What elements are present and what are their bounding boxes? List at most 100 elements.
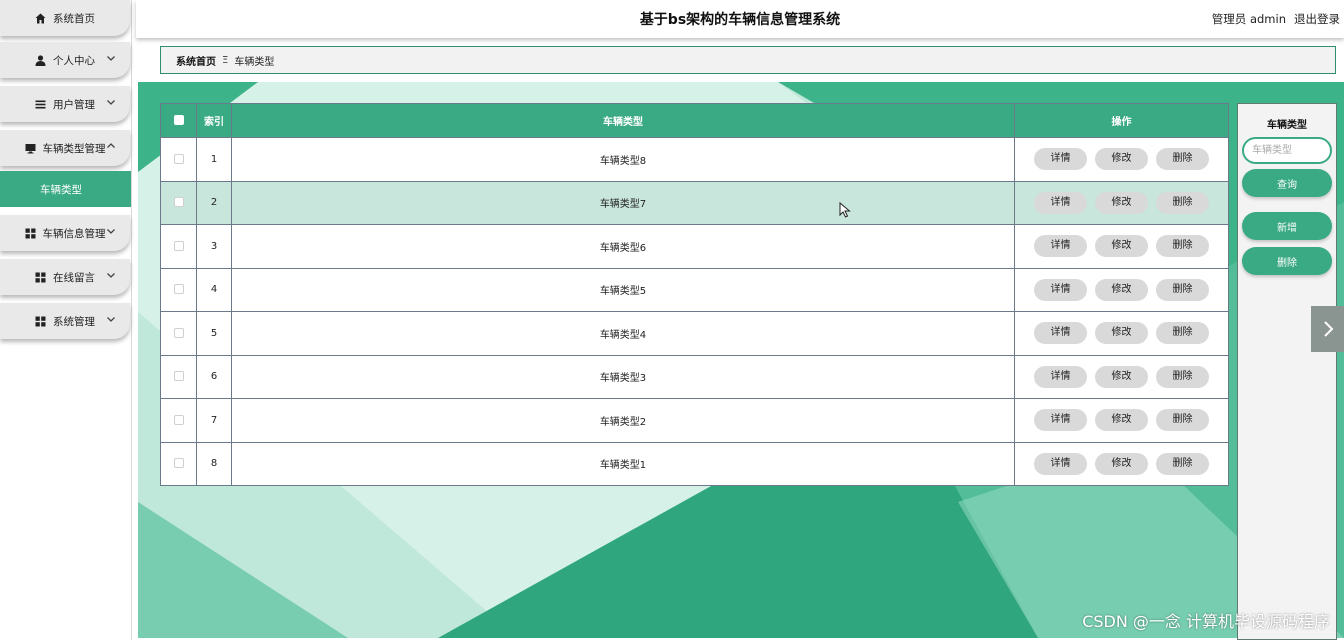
sidebar-item-label: 个人中心: [53, 54, 95, 67]
expand-arrow-button[interactable]: [1311, 306, 1344, 352]
delete-button[interactable]: 删除: [1156, 191, 1209, 214]
table-row[interactable]: 2 车辆类型7 详情 修改 删除: [160, 180, 1229, 225]
batch-delete-button[interactable]: 删除: [1242, 247, 1332, 275]
row-type: 车辆类型1: [231, 441, 1015, 486]
sidebar-item-vehicle-type-mgmt[interactable]: 车辆类型管理: [0, 130, 130, 166]
sidebar-subitem-vehicle-type[interactable]: 车辆类型: [0, 171, 131, 207]
column-header-index: 索引: [196, 103, 232, 138]
detail-button[interactable]: 详情: [1034, 322, 1087, 345]
sidebar-item-home[interactable]: 系统首页: [0, 0, 130, 36]
edit-button[interactable]: 修改: [1095, 235, 1148, 258]
select-all-cell: [160, 103, 197, 138]
row-index: 6: [196, 354, 232, 399]
delete-button[interactable]: 删除: [1156, 322, 1209, 345]
home-icon: [35, 13, 46, 24]
row-actions: 详情 修改 删除: [1014, 224, 1229, 268]
row-checkbox[interactable]: [173, 371, 184, 382]
logout-link[interactable]: 退出登录: [1294, 11, 1340, 27]
sidebar-item-label: 系统首页: [53, 12, 95, 25]
row-checkbox[interactable]: [173, 197, 184, 208]
breadcrumb-home[interactable]: 系统首页: [176, 53, 216, 68]
row-type: 车辆类型2: [231, 398, 1015, 442]
search-input[interactable]: [1242, 137, 1332, 164]
row-actions: 详情 修改 删除: [1014, 441, 1229, 486]
edit-button[interactable]: 修改: [1095, 278, 1148, 301]
grid-icon: [35, 316, 46, 327]
row-type: 车辆类型5: [231, 267, 1015, 312]
row-index: 7: [196, 398, 232, 442]
row-checkbox[interactable]: [173, 284, 184, 295]
mouse-cursor-icon: [839, 202, 851, 218]
delete-button[interactable]: 删除: [1156, 235, 1209, 258]
chevron-up-icon: [107, 143, 115, 148]
delete-button[interactable]: 删除: [1156, 148, 1209, 171]
watermark: CSDN @一念 计算机毕设源码程序: [1082, 612, 1330, 631]
row-actions: 详情 修改 删除: [1014, 137, 1229, 181]
row-actions: 详情 修改 删除: [1014, 311, 1229, 355]
list-icon: [35, 99, 46, 110]
sidebar-item-vehicle-info[interactable]: 车辆信息管理: [0, 215, 130, 251]
chevron-right-icon: [1323, 321, 1333, 337]
table-row[interactable]: 3 车辆类型6 详情 修改 删除: [160, 224, 1229, 268]
chevron-down-icon: [107, 100, 115, 105]
sidebar-item-personal[interactable]: 个人中心: [0, 42, 130, 78]
edit-button[interactable]: 修改: [1095, 148, 1148, 171]
row-index: 1: [196, 137, 232, 181]
table-row[interactable]: 1 车辆类型8 详情 修改 删除: [160, 137, 1229, 181]
table-row[interactable]: 8 车辆类型1 详情 修改 删除: [160, 441, 1229, 486]
edit-button[interactable]: 修改: [1095, 191, 1148, 214]
delete-button[interactable]: 删除: [1156, 278, 1209, 301]
column-header-ops: 操作: [1014, 103, 1229, 138]
detail-button[interactable]: 详情: [1034, 365, 1087, 388]
detail-button[interactable]: 详情: [1034, 409, 1087, 432]
sidebar-item-users[interactable]: 用户管理: [0, 86, 130, 122]
table-row[interactable]: 7 车辆类型2 详情 修改 删除: [160, 398, 1229, 442]
sidebar-item-messages[interactable]: 在线留言: [0, 259, 130, 295]
sidebar-item-label: 系统管理: [53, 315, 95, 328]
detail-button[interactable]: 详情: [1034, 148, 1087, 171]
detail-button[interactable]: 详情: [1034, 278, 1087, 301]
row-checkbox[interactable]: [173, 240, 184, 251]
row-checkbox[interactable]: [173, 414, 184, 425]
sidebar-item-label: 车辆信息管理: [42, 227, 106, 240]
row-actions: 详情 修改 删除: [1014, 267, 1229, 312]
search-panel: 车辆类型 查询 新增 删除: [1237, 103, 1337, 640]
query-button[interactable]: 查询: [1242, 169, 1332, 197]
sidebar-item-label: 在线留言: [53, 271, 95, 284]
row-checkbox[interactable]: [173, 153, 184, 164]
add-button[interactable]: 新增: [1242, 212, 1332, 240]
delete-button[interactable]: 删除: [1156, 409, 1209, 432]
row-checkbox[interactable]: [173, 327, 184, 338]
row-select-cell: [160, 224, 197, 268]
row-checkbox[interactable]: [173, 458, 184, 469]
table-row[interactable]: 4 车辆类型5 详情 修改 删除: [160, 267, 1229, 312]
chevron-down-icon: [107, 317, 115, 322]
edit-button[interactable]: 修改: [1095, 452, 1148, 475]
breadcrumb-current: 车辆类型: [234, 56, 275, 68]
table-row[interactable]: 5 车辆类型4 详情 修改 删除: [160, 311, 1229, 355]
top-header: 基于bs架构的车辆信息管理系统 管理员 admin 退出登录: [136, 0, 1344, 38]
table-header-row: 索引 车辆类型 操作: [160, 103, 1229, 138]
row-index: 3: [196, 224, 232, 268]
row-select-cell: [160, 180, 197, 225]
sidebar-item-system[interactable]: 系统管理: [0, 303, 130, 339]
row-select-cell: [160, 267, 197, 312]
chevron-down-icon: [107, 273, 115, 278]
breadcrumb: 系统首页 Ξ 车辆类型: [160, 46, 1336, 74]
table-row[interactable]: 6 车辆类型3 详情 修改 删除: [160, 354, 1229, 399]
detail-button[interactable]: 详情: [1034, 235, 1087, 258]
chevron-down-icon: [107, 56, 115, 61]
delete-button[interactable]: 删除: [1156, 452, 1209, 475]
row-index: 2: [196, 180, 232, 225]
user-icon: [35, 54, 46, 66]
detail-button[interactable]: 详情: [1034, 191, 1087, 214]
edit-button[interactable]: 修改: [1095, 322, 1148, 345]
select-all-checkbox[interactable]: [173, 115, 184, 125]
row-type: 车辆类型4: [231, 311, 1015, 355]
edit-button[interactable]: 修改: [1095, 409, 1148, 432]
edit-button[interactable]: 修改: [1095, 365, 1148, 388]
vehicle-type-table: 索引 车辆类型 操作 1 车辆类型8 详情 修改 删除 2 车辆类型7 详情 修改 删除…: [160, 103, 1229, 486]
breadcrumb-separator: Ξ: [222, 54, 229, 66]
delete-button[interactable]: 删除: [1156, 365, 1209, 388]
detail-button[interactable]: 详情: [1034, 452, 1087, 475]
